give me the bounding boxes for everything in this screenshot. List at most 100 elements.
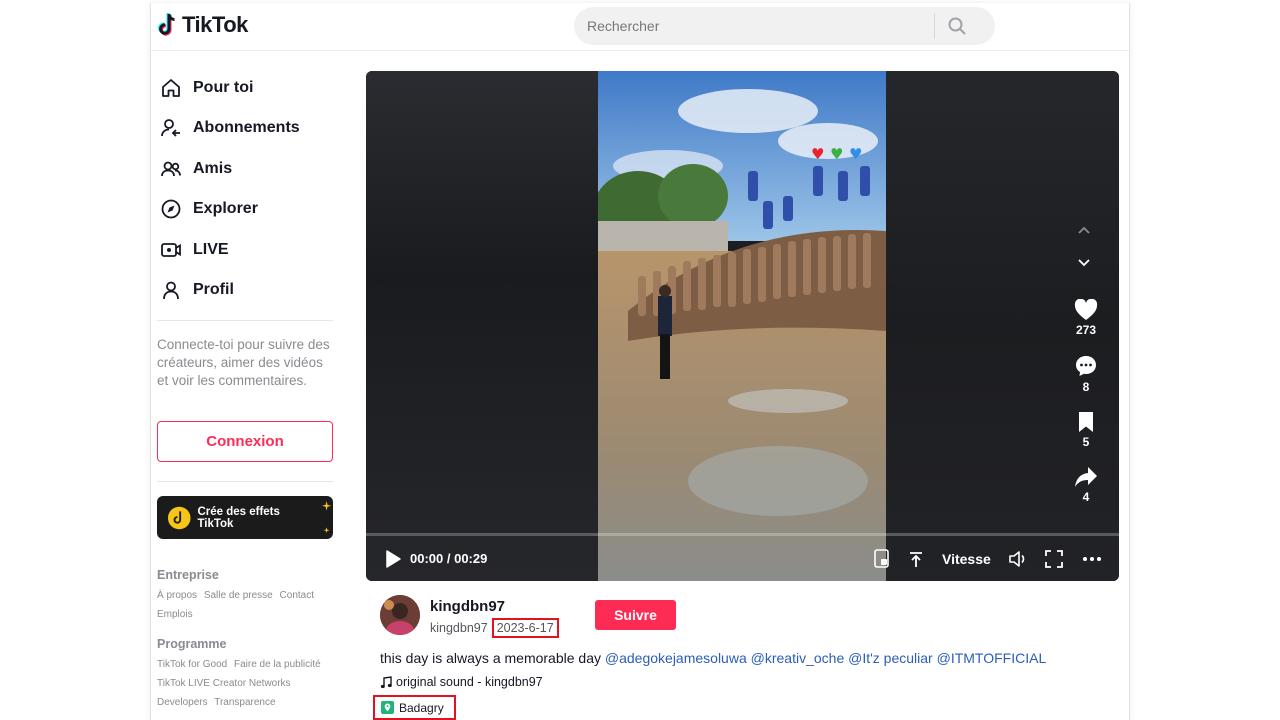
author-handle: kingdbn97 [430, 621, 488, 635]
playback-speed-button[interactable]: Vitesse [942, 547, 991, 571]
scroll-icon [910, 552, 922, 567]
like-action[interactable]: 273 [1066, 299, 1106, 337]
tiktok-logo[interactable]: TikTok [157, 12, 248, 38]
svg-text:♥: ♥ [830, 145, 843, 163]
video-progress-bar[interactable] [366, 533, 1119, 536]
search-input[interactable] [574, 18, 934, 34]
footer-link-about[interactable]: À propos [157, 590, 197, 601]
sidebar-item-label: Amis [193, 160, 233, 177]
like-count: 273 [1075, 323, 1097, 337]
fullscreen-button[interactable] [1042, 547, 1066, 571]
follow-button[interactable]: Suivre [595, 600, 676, 630]
previous-video-button[interactable] [1072, 218, 1096, 242]
volume-icon [1009, 551, 1025, 567]
sidebar-item-label: Explorer [193, 200, 258, 217]
avatar-image [380, 595, 420, 635]
browser-page: TikTok Pour toi Abonnements [150, 3, 1130, 720]
search-button[interactable] [935, 7, 979, 45]
volume-button[interactable] [1006, 547, 1030, 571]
footer-company-heading: Entreprise [157, 568, 219, 582]
sidebar-item-for-you[interactable]: Pour toi [159, 70, 339, 106]
footer-link-live-creator-networks[interactable]: TikTok LIVE Creator Networks [157, 678, 291, 689]
sidebar-divider [157, 481, 333, 482]
heart-icon [1074, 299, 1098, 320]
mention-link[interactable]: @It'z peculiar [848, 650, 933, 666]
footer-program-links: TikTok for Good Faire de la publicité Ti… [157, 655, 343, 712]
play-button[interactable] [384, 549, 404, 569]
location-tag[interactable]: Badagry [373, 695, 456, 720]
login-prompt: Connecte-toi pour suivre des créateurs, … [157, 337, 330, 388]
sparkle-icon [321, 500, 332, 533]
sidebar-item-following[interactable]: Abonnements [159, 110, 339, 146]
video-time: 00:00 / 00:29 [410, 551, 488, 566]
video-blur-background-left [366, 71, 598, 581]
sidebar-item-profile[interactable]: Profil [159, 272, 339, 308]
sidebar: Pour toi Abonnements Amis Explorer LIVE [151, 51, 347, 720]
svg-text:♥: ♥ [811, 145, 824, 163]
chevron-up-icon [1078, 226, 1090, 234]
live-icon [159, 238, 183, 262]
footer-link-careers[interactable]: Emplois [157, 609, 193, 620]
more-options-button[interactable] [1080, 547, 1104, 571]
friends-icon [159, 157, 183, 181]
autoscroll-button[interactable] [904, 547, 928, 571]
login-button[interactable]: Connexion [157, 421, 333, 462]
mention-link[interactable]: @adegokejamesoluwa [605, 650, 747, 666]
share-icon [1075, 467, 1097, 487]
comment-icon [1076, 356, 1096, 376]
following-icon [159, 116, 183, 140]
bookmark-action[interactable]: 5 [1066, 411, 1106, 449]
footer-link-developers[interactable]: Developers [157, 697, 208, 708]
svg-text:♥: ♥ [849, 145, 862, 163]
sidebar-item-explore[interactable]: Explorer [159, 191, 339, 227]
sidebar-item-friends[interactable]: Amis [159, 151, 339, 187]
tiktok-note-icon [158, 13, 175, 36]
fullscreen-icon [1045, 550, 1063, 568]
footer-link-advertise[interactable]: Faire de la publicité [234, 659, 321, 670]
footer-link-contact[interactable]: Contact [280, 590, 314, 601]
footer-link-transparency[interactable]: Transparence [214, 697, 275, 708]
video-controls: 00:00 / 00:29 Vitesse [366, 537, 1119, 581]
music-note-icon [380, 675, 392, 688]
sidebar-item-label: Abonnements [193, 119, 300, 136]
caption-text: this day is always a memorable day [380, 650, 601, 666]
footer-link-newsroom[interactable]: Salle de presse [204, 590, 273, 601]
location-label: Badagry [399, 700, 444, 715]
author-avatar[interactable] [380, 595, 420, 635]
share-action[interactable]: 4 [1066, 466, 1106, 504]
sound-label: original sound - kingdbn97 [396, 675, 543, 689]
create-effects-button[interactable]: Crée des effets TikTok [157, 496, 333, 539]
video-player[interactable]: ♥ ♥ ♥ 273 8 5 4 00:00 / 00:29 Vitesse [366, 71, 1119, 581]
search-bar [574, 7, 995, 45]
floating-player-button[interactable] [870, 547, 894, 571]
footer-program-heading: Programme [157, 637, 227, 651]
comment-count: 8 [1082, 380, 1090, 394]
author-subline: kingdbn97 2023-6-17 [430, 618, 559, 638]
next-video-button[interactable] [1072, 251, 1096, 275]
compass-icon [159, 197, 183, 221]
picture-in-picture-icon [874, 549, 889, 568]
comment-action[interactable]: 8 [1066, 354, 1106, 394]
home-icon [159, 76, 183, 100]
more-dots-icon [1083, 557, 1101, 561]
play-icon [386, 550, 401, 568]
footer-company-links: À propos Salle de presse Contact Emplois [157, 586, 343, 624]
sound-link[interactable]: original sound - kingdbn97 [380, 675, 543, 689]
mention-link[interactable]: @kreativ_oche [751, 650, 845, 666]
profile-icon [159, 278, 183, 302]
bookmark-icon [1079, 412, 1093, 432]
sidebar-item-label: Profil [193, 281, 234, 298]
video-frame-image: ♥ ♥ ♥ [598, 71, 886, 581]
sidebar-item-label: LIVE [193, 241, 229, 258]
post-date: 2023-6-17 [491, 618, 559, 638]
sidebar-item-live[interactable]: LIVE [159, 232, 339, 268]
create-effects-label: Crée des effets TikTok [197, 505, 280, 530]
footer-link-tiktok-for-good[interactable]: TikTok for Good [157, 659, 227, 670]
mention-link[interactable]: @ITMTOFFICIAL [937, 650, 1047, 666]
author-name[interactable]: kingdbn97 [430, 598, 505, 615]
location-pin-icon [381, 701, 394, 714]
sidebar-item-label: Pour toi [193, 79, 254, 96]
top-header: TikTok [151, 3, 1129, 51]
post-caption: this day is always a memorable day @adeg… [380, 650, 1046, 666]
chevron-down-icon [1078, 259, 1090, 267]
